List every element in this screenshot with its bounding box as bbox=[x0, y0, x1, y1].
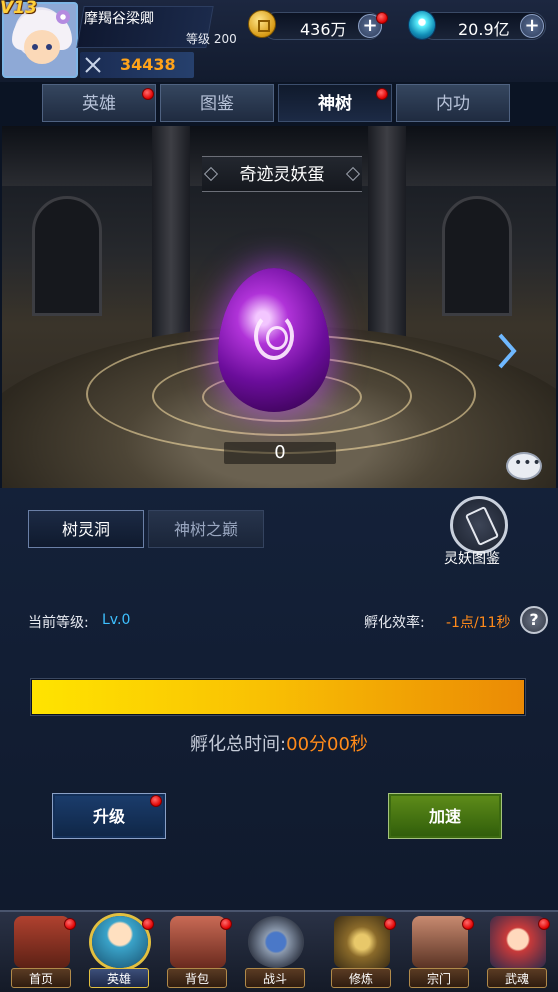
upgrade-notification-dot bbox=[150, 795, 162, 807]
nav-heroes-badge bbox=[142, 918, 154, 930]
battle-icon bbox=[248, 916, 304, 968]
nav-battle[interactable]: 战斗 bbox=[240, 912, 310, 992]
nav-training-label: 修炼 bbox=[331, 968, 391, 988]
upgrade-button[interactable]: 升级 bbox=[52, 793, 166, 839]
tab-divine-tree-badge bbox=[376, 88, 388, 100]
tab-heroes-badge bbox=[142, 88, 154, 100]
gold-notification-dot bbox=[376, 12, 388, 24]
tab-inner-skill[interactable]: 内功 bbox=[396, 84, 510, 122]
nav-sect-badge bbox=[462, 918, 474, 930]
nav-battle-label: 战斗 bbox=[245, 968, 305, 988]
egg-count: 0 bbox=[274, 442, 286, 463]
main-tabs: 英雄 图鉴 神树 内功 bbox=[40, 82, 516, 124]
nav-sect-label: 宗门 bbox=[409, 968, 469, 988]
temple-pillar bbox=[152, 126, 190, 356]
add-gem-button[interactable]: + bbox=[520, 14, 544, 38]
hatch-rate-value: -1点/11秒 bbox=[446, 615, 511, 631]
tab-heroes[interactable]: 英雄 bbox=[42, 84, 156, 122]
nav-training-badge bbox=[384, 918, 396, 930]
nav-martial-soul-badge bbox=[538, 918, 550, 930]
subtab-tree-cave[interactable]: 树灵洞 bbox=[28, 510, 144, 548]
egg-scene: 奇迹灵妖蛋 0 bbox=[2, 126, 556, 488]
temple-arch bbox=[442, 196, 512, 316]
nav-heroes-label: 英雄 bbox=[89, 968, 149, 988]
gem-amount: 20.9亿 bbox=[458, 20, 510, 39]
avatar-flower-ornament bbox=[56, 10, 70, 24]
home-icon bbox=[14, 916, 70, 968]
vip-level: V13 bbox=[0, 0, 37, 18]
avatar-eye-right bbox=[46, 44, 52, 50]
current-level-value: Lv.0 bbox=[102, 612, 131, 628]
combat-power: 34438 bbox=[120, 55, 176, 74]
tab-codex[interactable]: 图鉴 bbox=[160, 84, 274, 122]
nav-bag-label: 背包 bbox=[167, 968, 227, 988]
temple-pillar bbox=[368, 126, 406, 356]
sect-icon bbox=[412, 916, 468, 968]
tab-divine-tree[interactable]: 神树 bbox=[278, 84, 392, 122]
flame-emblem-icon bbox=[254, 312, 294, 360]
spirit-egg[interactable] bbox=[218, 268, 330, 412]
training-icon bbox=[334, 916, 390, 968]
nav-home-badge bbox=[64, 918, 76, 930]
speed-up-button[interactable]: 加速 bbox=[388, 793, 502, 839]
hatch-rate-label: 孵化效率: bbox=[364, 615, 425, 631]
player-level: 等级 200 bbox=[186, 32, 237, 46]
nav-home-label: 首页 bbox=[11, 968, 71, 988]
avatar-face bbox=[24, 30, 60, 64]
temple-arch bbox=[32, 196, 102, 316]
egg-title-text: 奇迹灵妖蛋 bbox=[239, 165, 325, 185]
avatar-eye-left bbox=[32, 44, 38, 50]
spirit-codex-label[interactable]: 灵妖图鉴 bbox=[444, 548, 500, 568]
hero-icon bbox=[92, 916, 148, 968]
spirit-orb-icon bbox=[408, 10, 436, 40]
nav-martial-soul-label: 武魂 bbox=[487, 968, 547, 988]
hatch-total-time: 孵化总时间:00分00秒 bbox=[0, 730, 558, 756]
hatch-total-time-label: 孵化总时间: bbox=[190, 734, 287, 755]
hatch-progress-fill bbox=[32, 680, 524, 714]
hatch-total-time-value: 00分00秒 bbox=[286, 734, 368, 755]
bag-icon bbox=[170, 916, 226, 968]
chat-bubble-icon[interactable] bbox=[506, 452, 542, 480]
crossed-swords-icon bbox=[85, 57, 101, 73]
gold-coin-icon bbox=[248, 10, 276, 38]
subtab-tree-summit[interactable]: 神树之巅 bbox=[148, 510, 264, 548]
help-icon[interactable]: ? bbox=[520, 606, 548, 634]
gold-amount: 436万 bbox=[300, 20, 347, 39]
next-arrow-icon[interactable] bbox=[496, 332, 518, 370]
egg-title: 奇迹灵妖蛋 bbox=[202, 156, 362, 192]
current-level-label: 当前等级: bbox=[28, 615, 89, 631]
spirit-codex-icon[interactable] bbox=[450, 496, 508, 554]
player-name: 摩羯谷梁卿 bbox=[84, 11, 154, 27]
nav-bag-badge bbox=[220, 918, 232, 930]
